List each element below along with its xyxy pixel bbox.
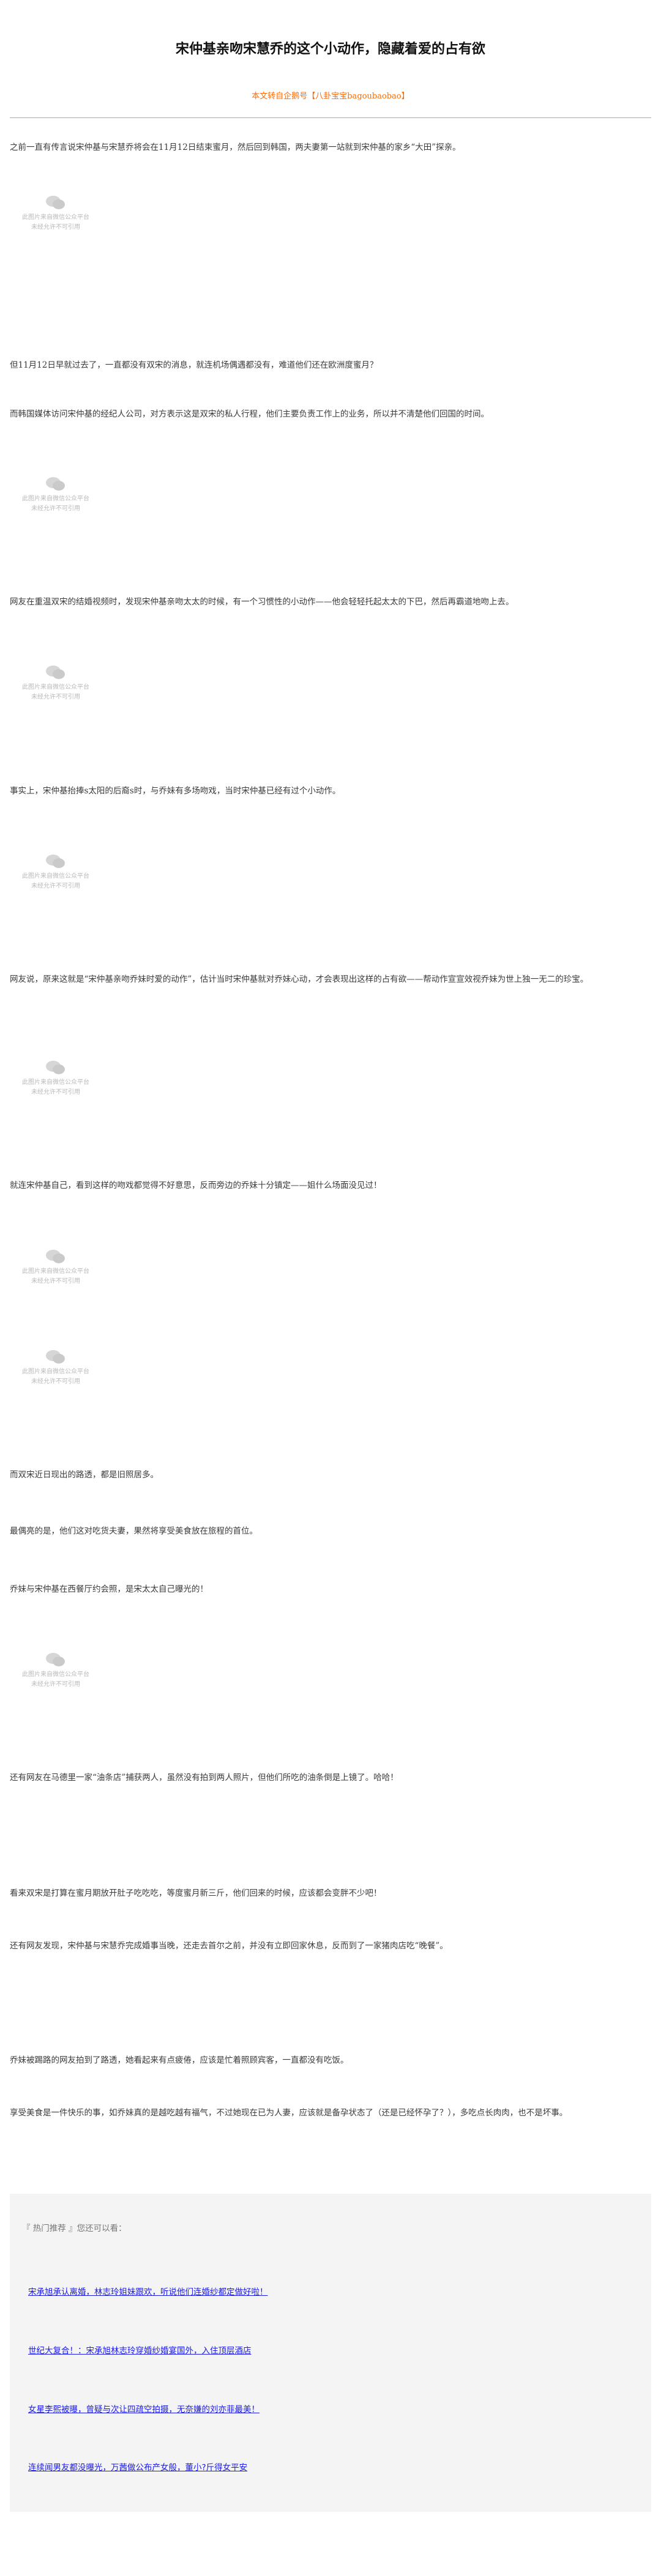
wechat-icon [46, 855, 65, 868]
placeholder-line: 此图片来自微信公众平台 [22, 496, 89, 502]
placeholder-line: 未经允许不可引用 [31, 224, 80, 231]
article-page: 宋仲基亲吻宋慧乔的这个小动作，隐藏着爱的占有欲 本文转自企鹅号【八卦宝宝bago… [0, 0, 661, 2576]
placeholder-line: 未经允许不可引用 [31, 694, 80, 700]
paragraph: 而韩国媒体访问宋仲基的经纪人公司，对方表示这是双宋的私人行程，他们主要负责工作上… [10, 409, 489, 419]
placeholder-line: 未经允许不可引用 [31, 505, 80, 512]
paragraph: 而双宋近日现出的路透，都是旧照居多。 [10, 1470, 159, 1480]
image-placeholder: 此图片来自微信公众平台 未经允许不可引用 [10, 853, 102, 908]
image-placeholder: 此图片来自微信公众平台 未经允许不可引用 [10, 1349, 102, 1404]
placeholder-line: 此图片来自微信公众平台 [22, 1368, 89, 1375]
paragraph: 享受美食是一件快乐的事，如乔妹真的是越吃越有福气，不过她现在已为人妻，应该就是备… [10, 2108, 568, 2118]
article-title: 宋仲基亲吻宋慧乔的这个小动作，隐藏着爱的占有欲 [175, 41, 485, 57]
wechat-icon [46, 1350, 65, 1364]
wechat-icon [46, 1061, 65, 1074]
placeholder-line: 未经允许不可引用 [31, 1681, 80, 1688]
title-divider [10, 117, 651, 118]
image-placeholder: 此图片来自微信公众平台 未经允许不可引用 [10, 664, 102, 719]
placeholder-line: 未经允许不可引用 [31, 883, 80, 889]
placeholder-line: 此图片来自微信公众平台 [22, 873, 89, 880]
paragraph: 事实上，宋仲基抬捧s太阳的后裔s时，与乔妹有多场吻戏，当时宋仲基已经有过个小动作… [10, 786, 341, 796]
paragraph: 还有网友发现，宋仲基与宋慧乔完成婚事当晚，还走去首尔之前，并没有立即回家休息，反… [10, 1941, 448, 1951]
placeholder-line: 未经允许不可引用 [31, 1278, 80, 1285]
source-name[interactable]: 八卦宝宝 [315, 92, 347, 101]
wechat-icon [46, 477, 65, 491]
wechat-icon [46, 1653, 65, 1666]
wechat-icon [46, 1250, 65, 1263]
article-source: 本文转自企鹅号【八卦宝宝bagoubaobao】 [0, 89, 661, 101]
placeholder-line: 此图片来自微信公众平台 [22, 1671, 89, 1678]
paragraph: 之前一直有传言说宋仲基与宋慧乔将会在11月12日结束蜜月，然后回到韩国，两夫妻第… [10, 143, 461, 152]
image-placeholder: 此图片来自微信公众平台 未经允许不可引用 [10, 1652, 102, 1707]
hot-recommend-link[interactable]: 女星李熙被曝，曾疑与次让四疏空拍摄，无奈嫌的刘亦菲最美！ [28, 2402, 260, 2415]
hot-recommend-link[interactable]: 宋承旭承认离婚，林志玲姐妹跟欢，听说他们连婚纱都定做好啦！ [28, 2285, 268, 2297]
placeholder-line: 此图片来自微信公众平台 [22, 684, 89, 691]
image-placeholder: 此图片来自微信公众平台 未经允许不可引用 [10, 1060, 102, 1115]
paragraph: 还有网友在马德里一家“油条店”捕获两人，虽然没有拍到两人照片，但他们所吃的油条倒… [10, 1773, 398, 1783]
paragraph: 看来双宋是打算在蜜月期放开肚子吃吃吃，等度蜜月新三斤，他们回来的时候，应该都会变… [10, 1888, 382, 1898]
paragraph: 但11月12日早就过去了，一直都没有双宋的消息，就连机场偶遇都没有，难道他们还在… [10, 360, 378, 370]
source-handle[interactable]: bagoubaobao [347, 92, 401, 101]
image-placeholder: 此图片来自微信公众平台 未经允许不可引用 [10, 1249, 102, 1304]
paragraph: 乔妹被踢路的网友拍到了路透，她看起来有点疲倦，应该是忙着照顾宾客，一直都没有吃饭… [10, 2055, 349, 2065]
placeholder-line: 此图片来自微信公众平台 [22, 1079, 89, 1086]
wechat-icon [46, 196, 65, 209]
placeholder-line: 未经允许不可引用 [31, 1378, 80, 1385]
image-placeholder: 此图片来自微信公众平台 未经允许不可引用 [10, 476, 102, 531]
paragraph: 乔妹与宋仲基在西餐厅约会照，是宋太太自己曝光的！ [10, 1584, 208, 1594]
source-suffix: 】 [401, 92, 409, 101]
image-placeholder: 此图片来自微信公众平台 未经允许不可引用 [10, 195, 102, 250]
hot-recommend-link[interactable]: 世纪大复合！：宋承旭林志玲穿婚纱婚宴国外，入住顶层酒店 [28, 2344, 252, 2356]
placeholder-line: 此图片来自微信公众平台 [22, 214, 89, 221]
hot-recommend-title: 『 热门推荐 』您还可以看： [22, 2224, 127, 2233]
hot-recommend-link[interactable]: 连续闻男友都没曝光，万茜做公布产女般，董小?斤得女平安 [28, 2460, 247, 2473]
placeholder-line: 未经允许不可引用 [31, 1089, 80, 1096]
paragraph: 网友在重温双宋的结婚视频时，发现宋仲基亲吻太太的时候，有一个习惯性的小动作——他… [10, 597, 514, 607]
source-prefix: 本文转自企鹅号【 [252, 92, 316, 101]
wechat-icon [46, 666, 65, 679]
paragraph: 最偶亮的是，他们这对吃货夫妻，果然将享受美食放在旅程的首位。 [10, 1526, 258, 1536]
paragraph: 网友说，原来这就是“宋仲基亲吻乔妹时爱的动作”，估计当时宋仲基就对乔妹心动，才会… [10, 974, 589, 984]
placeholder-line: 此图片来自微信公众平台 [22, 1268, 89, 1275]
paragraph: 就连宋仲基自己，看到这样的吻戏都觉得不好意思，反而旁边的乔妹十分镇定——姐什么场… [10, 1181, 382, 1190]
